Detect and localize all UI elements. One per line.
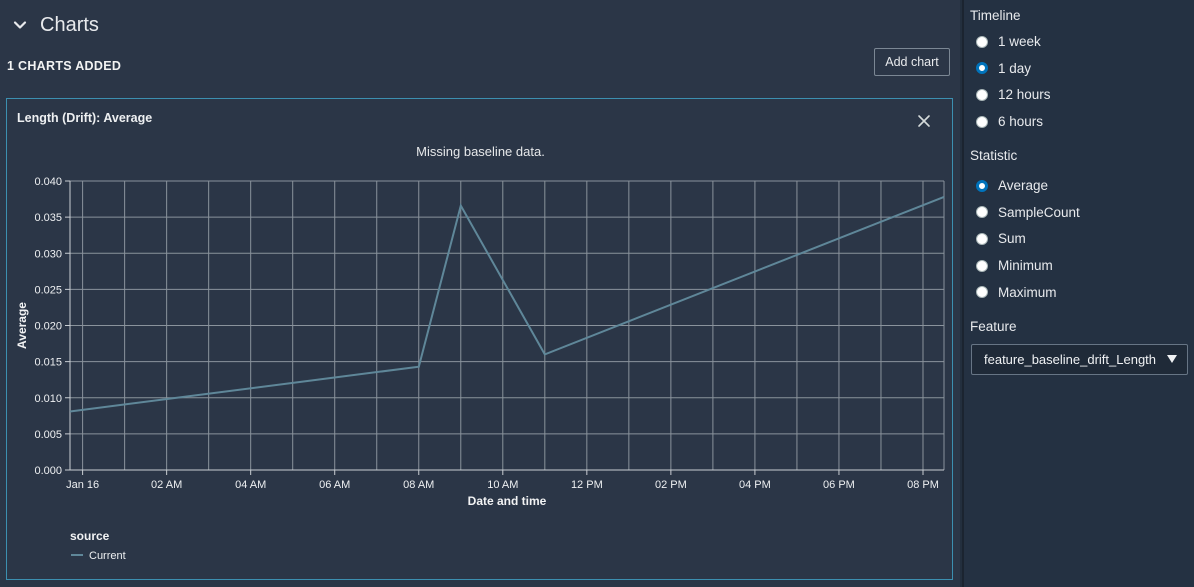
timeline-radio[interactable] bbox=[976, 62, 988, 75]
statistic-option[interactable]: Maximum bbox=[976, 285, 1057, 300]
statistic-option-label: Minimum bbox=[998, 258, 1053, 274]
timeline-option-label: 1 day bbox=[998, 60, 1032, 76]
y-tick-label: 0.015 bbox=[34, 357, 62, 369]
charts-panel: Charts 1 CHARTS ADDED Add chart Length (… bbox=[0, 0, 960, 587]
statistic-radio[interactable] bbox=[976, 179, 988, 192]
y-tick-label: 0.010 bbox=[34, 393, 62, 405]
timeline-option[interactable]: 1 day bbox=[976, 61, 1031, 76]
x-tick-label: 06 PM bbox=[823, 479, 855, 491]
timeline-option-label: 12 hours bbox=[998, 87, 1051, 103]
statistic-radio[interactable] bbox=[976, 259, 988, 272]
y-tick-label: 0.000 bbox=[34, 465, 62, 477]
x-tick-label: 04 PM bbox=[739, 479, 771, 491]
line-chart: 0.000 0.005 0.010 0.015 0.020 0.025 0.030 0.035… bbox=[15, 176, 945, 562]
statistic-radio[interactable] bbox=[976, 206, 988, 219]
y-tick-label: 0.005 bbox=[34, 429, 62, 441]
y-tick-label: 0.020 bbox=[34, 321, 62, 333]
charts-section-header[interactable]: Charts bbox=[12, 10, 99, 40]
statistic-option-label: SampleCount bbox=[998, 204, 1080, 220]
feature-select-value: feature_baseline_drift_Length bbox=[984, 352, 1157, 367]
y-tick-label: 0.040 bbox=[34, 176, 62, 188]
x-tick-label: 02 PM bbox=[655, 479, 687, 491]
timeline-option[interactable]: 12 hours bbox=[976, 87, 1051, 102]
y-tick-label: 0.030 bbox=[34, 248, 62, 260]
timeline-radio[interactable] bbox=[976, 115, 988, 128]
statistic-option-label: Sum bbox=[998, 231, 1026, 247]
timeline-radio[interactable] bbox=[976, 35, 988, 48]
series-line-current bbox=[69, 195, 945, 413]
x-axis-title: Date and time bbox=[468, 494, 547, 508]
statistic-radio[interactable] bbox=[976, 232, 988, 245]
timeline-option[interactable]: 6 hours bbox=[976, 114, 1043, 129]
timeline-radio[interactable] bbox=[976, 88, 988, 101]
charts-count-label: 1 CHARTS ADDED bbox=[7, 59, 122, 73]
statistic-option-label: Average bbox=[998, 178, 1049, 193]
legend-title: source bbox=[70, 529, 110, 543]
statistic-radio[interactable] bbox=[976, 286, 988, 299]
x-tick-label: 02 AM bbox=[151, 479, 182, 491]
timeline-label: Timeline bbox=[970, 8, 1021, 23]
y-tick-label: 0.035 bbox=[34, 212, 62, 224]
section-title: Charts bbox=[40, 13, 99, 36]
add-chart-button[interactable]: Add chart bbox=[874, 48, 950, 76]
x-tick-label: 08 PM bbox=[907, 479, 939, 491]
x-tick-label: 08 AM bbox=[403, 479, 434, 491]
chart-card: Length (Drift): Average Missing baseline… bbox=[6, 98, 953, 580]
statistic-label: Statistic bbox=[970, 148, 1018, 163]
x-tick-label: 04 AM bbox=[235, 479, 266, 491]
x-tick-label: 06 AM bbox=[319, 479, 350, 491]
statistic-option-label: Maximum bbox=[998, 284, 1057, 300]
timeline-option[interactable]: 1 week bbox=[976, 34, 1041, 49]
chevron-down-icon[interactable] bbox=[12, 17, 28, 33]
feature-select[interactable]: feature_baseline_drift_Length bbox=[971, 344, 1188, 375]
timeline-option-label: 1 week bbox=[998, 34, 1041, 49]
legend-item-label: Current bbox=[89, 550, 126, 562]
feature-label: Feature bbox=[970, 319, 1017, 334]
x-tick-label: 12 PM bbox=[571, 479, 603, 491]
statistic-option[interactable]: Minimum bbox=[976, 258, 1053, 273]
statistic-option[interactable]: Average bbox=[976, 178, 1048, 193]
x-tick-label: Jan 16 bbox=[66, 479, 99, 491]
caret-down-icon bbox=[1167, 355, 1177, 363]
timeline-option-label: 6 hours bbox=[998, 114, 1044, 130]
statistic-option[interactable]: SampleCount bbox=[976, 205, 1080, 220]
x-tick-label: 10 AM bbox=[487, 479, 518, 491]
statistic-option[interactable]: Sum bbox=[976, 231, 1026, 246]
y-axis-title: Average bbox=[15, 302, 29, 349]
y-tick-label: 0.025 bbox=[34, 284, 62, 296]
